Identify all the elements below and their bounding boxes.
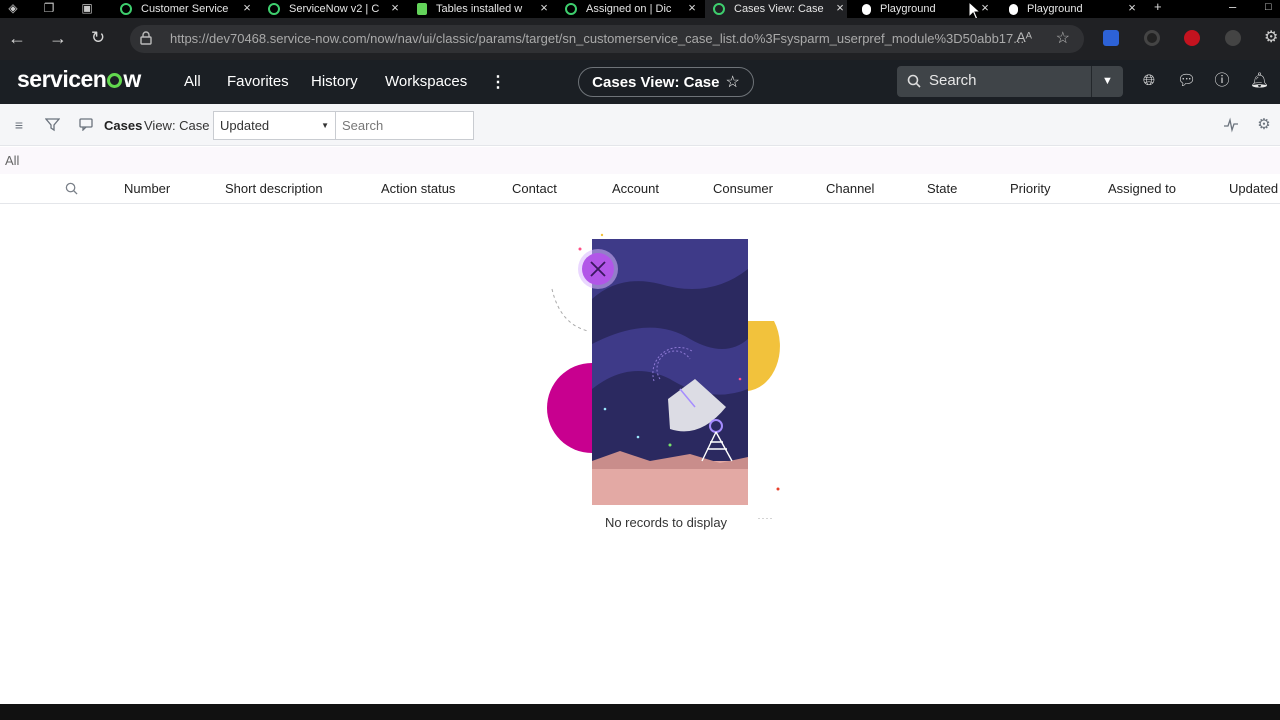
extension-icon[interactable] [1144,30,1160,46]
back-icon[interactable]: ← [6,27,28,49]
workspaces-icon[interactable]: ❐ [40,0,58,16]
column-header-consumer[interactable]: Consumer [713,181,773,196]
browser-tab[interactable]: Playground × [1009,0,1139,18]
chevron-down-icon: ▼ [321,121,329,130]
list-context-menu-icon[interactable] [79,118,93,131]
tab-title: Playground [1027,3,1083,15]
settings-icon[interactable]: ⚙ [1264,30,1280,46]
empty-state-message: No records to display [604,515,728,530]
tab-title: Tables installed w [436,3,523,15]
extension-icon[interactable] [1225,30,1241,46]
help-icon[interactable]: ⓘ [1213,72,1231,90]
green-drop-icon [268,3,280,15]
white-drop-icon [1009,3,1018,15]
notifications-bell-icon[interactable]: 🔔︎ [1250,72,1269,90]
servicenow-header: servicen w All Favorites History Workspac… [0,60,1280,104]
globe-icon[interactable]: 🌐︎ [1140,72,1158,90]
tab-title: Assigned on | Dic [586,3,672,15]
url-text: https://dev70468.service-now.com/now/nav… [170,31,1025,46]
column-header-channel[interactable]: Channel [826,181,874,196]
breadcrumb[interactable]: All [0,147,1280,174]
column-header-action-status[interactable]: Action status [381,181,455,196]
tab-title: ServiceNow v2 | C [289,3,379,15]
column-header-contact[interactable]: Contact [512,181,557,196]
column-header-state[interactable]: State [927,181,957,196]
search-icon [907,74,921,88]
browser-tab[interactable]: Tables installed w × [417,0,551,18]
column-header-assigned-to[interactable]: Assigned to [1108,181,1176,196]
global-search[interactable]: Search ▼ [897,66,1123,97]
close-tab-icon[interactable]: × [833,0,847,18]
extension-icon[interactable] [1103,30,1119,46]
white-drop-icon [862,3,871,15]
green-ring-icon [120,3,132,15]
browser-tab[interactable]: Assigned on | Dic × [565,0,699,18]
extension-icon[interactable] [1184,30,1200,46]
filter-icon[interactable] [45,117,60,132]
nav-all[interactable]: All [184,73,201,90]
column-header-account[interactable]: Account [612,181,659,196]
reload-icon[interactable]: ↻ [87,27,109,49]
table-header: Number Short description Action status C… [0,174,1280,204]
search-placeholder: Search [929,72,977,89]
browser-logo-icon[interactable]: ◈ [4,0,22,16]
list-search-input[interactable]: Search [335,111,474,140]
column-header-updated[interactable]: Updated [1229,181,1278,196]
nav-workspaces[interactable]: Workspaces [385,73,467,90]
url-field[interactable]: https://dev70468.service-now.com/now/nav… [130,25,1084,53]
column-header-number[interactable]: Number [124,181,170,196]
star-icon[interactable]: ☆ [725,72,739,92]
hamburger-menu-icon[interactable]: ≡ [11,117,27,133]
browser-tab-active[interactable]: Cases View: Case × [705,0,847,18]
green-ring-icon [713,3,725,15]
green-ring-icon [565,3,577,15]
nav-favorites[interactable]: Favorites [227,73,289,90]
doc-icon [417,3,427,15]
new-tab-icon[interactable]: + [1154,0,1162,18]
tab-title: Cases View: Case [734,3,824,15]
close-tab-icon[interactable]: × [537,0,551,18]
more-menu-icon[interactable]: ⋮ [490,72,506,92]
column-header-priority[interactable]: Priority [1010,181,1050,196]
browser-address-bar: ← → ↻ https://dev70468.service-now.com/n… [0,18,1280,60]
browser-tab[interactable]: ServiceNow v2 | C × [268,0,402,18]
list-title: Cases [104,118,143,133]
browser-tab-strip: ◈ ❐ ▣ Customer Service × ServiceNow v2 |… [0,0,1280,21]
context-title-pill[interactable]: Cases View: Case ☆ [578,67,754,97]
column-header-short-description[interactable]: Short description [225,181,323,196]
list-page: ≡ Cases View: Case Updated ▼ Search ⚙ Al… [0,104,1280,704]
close-tab-icon[interactable]: × [240,0,254,18]
favorite-star-icon[interactable]: ☆ [1056,28,1070,48]
minimize-icon[interactable]: – [1229,0,1236,18]
filter-field-select[interactable]: Updated ▼ [213,111,336,140]
taskbar-edge [0,704,1280,720]
read-aloud-icon[interactable]: Aᴬ [1016,29,1032,45]
close-tab-icon[interactable]: × [685,0,699,18]
close-tab-icon[interactable]: × [388,0,402,18]
gear-icon[interactable]: ⚙ [1256,117,1272,133]
close-tab-icon[interactable]: × [1125,0,1139,18]
chat-icon[interactable]: 💬︎ [1177,72,1196,90]
tab-title: Playground [880,3,936,15]
filter-field-value: Updated [220,118,270,133]
tab-title: Customer Service [141,3,229,15]
maximize-icon[interactable]: □ [1265,0,1272,18]
tab-actions-icon[interactable]: ▣ [78,0,96,16]
activity-pulse-icon[interactable] [1223,117,1239,133]
context-title: Cases View: Case [592,73,720,91]
column-search-icon[interactable] [65,182,78,195]
search-scope-dropdown[interactable]: ▼ [1091,66,1123,97]
empty-state-illustration [547,233,780,519]
list-toolbar: ≡ Cases View: Case Updated ▼ Search ⚙ [0,104,1280,146]
nav-history[interactable]: History [311,73,358,90]
list-view-label: View: Case [144,118,210,133]
browser-tab[interactable]: Customer Service × [120,0,254,18]
servicenow-logo[interactable]: servicen w [17,66,141,93]
lock-icon [140,31,152,45]
forward-icon[interactable]: → [47,27,69,49]
